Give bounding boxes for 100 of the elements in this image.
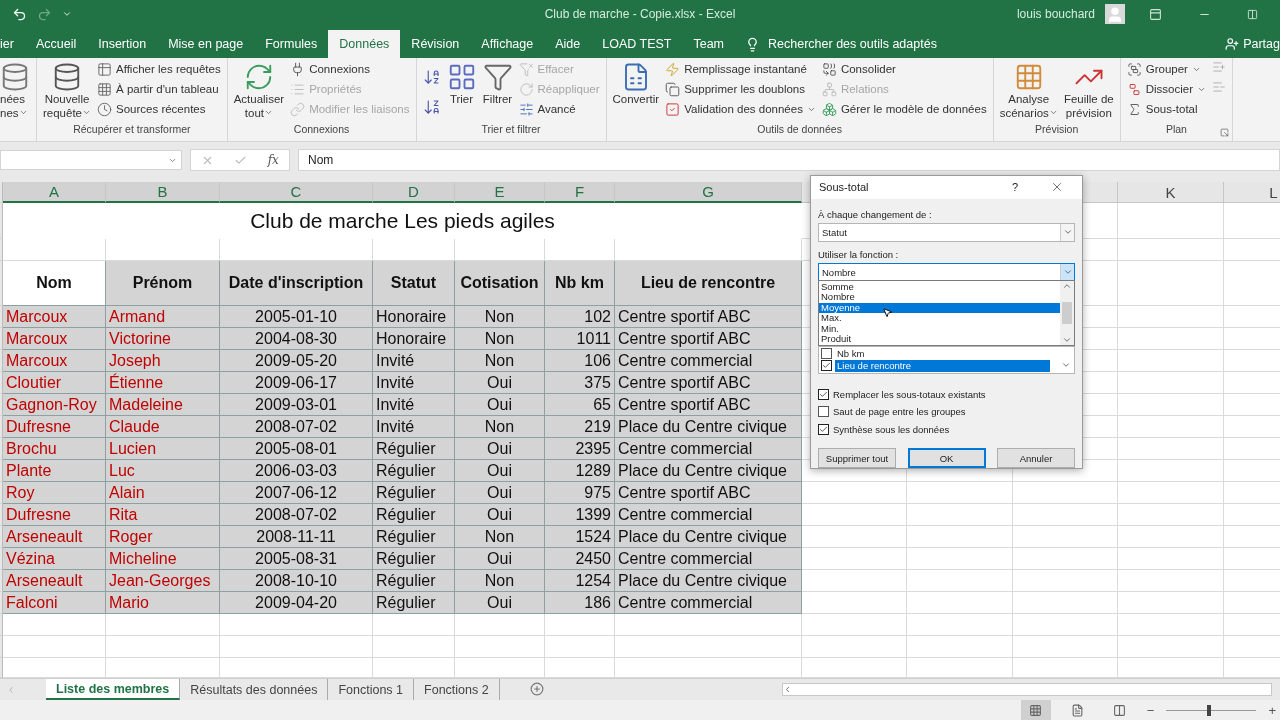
ribbon-button[interactable]: Validation des données bbox=[665, 100, 816, 118]
dropdown-option[interactable]: Somme bbox=[819, 281, 1060, 293]
ribbon-tab[interactable]: Formules bbox=[254, 30, 329, 58]
ribbon-button[interactable]: Filtrer bbox=[482, 60, 513, 123]
ribbon-button[interactable]: Remplissage instantané bbox=[665, 60, 816, 78]
ribbon-button[interactable]: Feuille de prévision bbox=[1063, 60, 1114, 123]
zoom-out-button[interactable]: − bbox=[1146, 702, 1155, 718]
database-icon bbox=[52, 62, 82, 92]
restore-icon[interactable] bbox=[1247, 8, 1258, 20]
table-cell: Place du Centre civique bbox=[615, 570, 802, 592]
dialog-button[interactable]: OK bbox=[907, 448, 986, 468]
ribbon-tab[interactable]: LOAD TEST bbox=[591, 30, 683, 58]
ribbon-tab[interactable]: Team bbox=[682, 30, 736, 58]
ribbon-tab[interactable]: Affichage bbox=[470, 30, 545, 58]
list-minus-icon[interactable] bbox=[1212, 80, 1227, 94]
table-cell: Armand bbox=[106, 306, 220, 328]
ribbon-tab[interactable]: Aide bbox=[544, 30, 592, 58]
sheet-tab[interactable]: Liste des membres bbox=[46, 679, 181, 700]
ribbon-button[interactable]: Analyse scénarios bbox=[999, 60, 1058, 123]
ribbon-button[interactable]: Supprimer les doublons bbox=[665, 80, 816, 98]
option-label: Saut de page entre les groupes bbox=[833, 406, 966, 418]
ribbon-button[interactable]: Grouper bbox=[1126, 60, 1207, 78]
dialog-button[interactable]: Supprimer tout bbox=[818, 448, 896, 468]
ribbon-tab[interactable]: ier bbox=[0, 30, 25, 58]
row-header[interactable] bbox=[0, 203, 3, 239]
column-header[interactable]: A bbox=[3, 182, 106, 203]
row-header[interactable] bbox=[0, 261, 3, 306]
table-cell: Régulier bbox=[373, 570, 455, 592]
ribbon-button[interactable]: nées nes bbox=[0, 60, 30, 123]
add-sheet-icon[interactable] bbox=[529, 682, 544, 696]
ribbon-button[interactable]: Actualiser tout bbox=[233, 60, 285, 123]
ribbon-button[interactable]: Avancé bbox=[518, 100, 600, 118]
scrollbar[interactable] bbox=[1060, 280, 1074, 345]
table-cell: Honoraire bbox=[373, 328, 455, 350]
dialog-button[interactable]: Annuler bbox=[997, 448, 1075, 468]
row-header[interactable] bbox=[0, 614, 3, 636]
ribbon-button[interactable]: Dissocier bbox=[1126, 80, 1207, 98]
ribbon-button[interactable]: Convertir bbox=[612, 60, 660, 123]
column-select[interactable]: Statut bbox=[818, 222, 1075, 242]
ribbon-button[interactable]: Nouvelle requête bbox=[43, 60, 91, 123]
ribbon-button[interactable]: Consolider bbox=[821, 60, 987, 78]
dropdown-option[interactable]: Nombre bbox=[819, 292, 1060, 303]
undo-icon[interactable] bbox=[12, 6, 27, 22]
chevron-icon bbox=[1062, 267, 1073, 277]
ribbon-tab[interactable]: Révision bbox=[400, 30, 471, 58]
column-header[interactable]: L bbox=[1224, 182, 1280, 203]
ribbon-tab[interactable]: Données bbox=[328, 30, 401, 58]
checkbox[interactable] bbox=[818, 423, 829, 435]
dropdown-option[interactable]: Max. bbox=[819, 313, 1060, 324]
list-item[interactable]: Lieu de rencontre bbox=[835, 359, 1050, 372]
name-box[interactable] bbox=[0, 150, 182, 170]
zoom-in-button[interactable]: + bbox=[1268, 702, 1276, 718]
sort-az-icon[interactable] bbox=[422, 68, 441, 86]
row-header[interactable] bbox=[0, 636, 3, 658]
horizontal-scrollbar[interactable] bbox=[782, 683, 1272, 696]
ribbon-button[interactable]: Gérer le modèle de données bbox=[821, 100, 987, 118]
column-header[interactable]: B bbox=[106, 182, 220, 203]
ribbon-button[interactable]: Afficher les requêtes bbox=[97, 60, 221, 78]
customize-icon[interactable] bbox=[62, 9, 72, 19]
ribbon-button[interactable]: Connexions bbox=[290, 60, 410, 78]
checkbox[interactable] bbox=[821, 360, 832, 371]
redo-icon[interactable] bbox=[37, 6, 52, 22]
help-button[interactable]: ? bbox=[1011, 181, 1018, 194]
normal-view-icon[interactable] bbox=[1020, 700, 1051, 720]
ribbon-button[interactable]: À partir d'un tableau bbox=[97, 80, 221, 98]
row-header[interactable] bbox=[0, 239, 3, 261]
ribbon-tab[interactable]: Mise en page bbox=[157, 30, 255, 58]
list-plus-icon[interactable] bbox=[1212, 60, 1227, 74]
sort-za-icon[interactable] bbox=[422, 98, 441, 116]
table-cell: Lucien bbox=[106, 438, 220, 460]
formula-field[interactable]: Nom bbox=[298, 149, 1280, 171]
row-header[interactable] bbox=[0, 658, 3, 678]
launcher-icon[interactable] bbox=[1220, 128, 1230, 137]
tell-me-field[interactable]: Rechercher des outils adaptés bbox=[735, 30, 947, 58]
function-button[interactable]: fx bbox=[267, 153, 279, 167]
checkbox[interactable] bbox=[818, 406, 829, 418]
ribbon-tab[interactable]: Accueil bbox=[24, 30, 88, 58]
dropdown-option[interactable]: Min. bbox=[819, 323, 1060, 335]
column-header[interactable]: F bbox=[545, 182, 615, 203]
column-header[interactable]: E bbox=[455, 182, 545, 203]
checkbox[interactable] bbox=[818, 388, 829, 400]
column-header[interactable]: C bbox=[220, 182, 373, 203]
ribbon-button[interactable]: Sous-total bbox=[1126, 100, 1207, 118]
avatar-icon[interactable] bbox=[1105, 4, 1125, 24]
list-item[interactable]: Nb km bbox=[835, 347, 1050, 360]
column-header[interactable]: D bbox=[373, 182, 455, 203]
ribbon-button[interactable]: Sources récentes bbox=[97, 100, 221, 118]
window-title: Club de marche - Copie.xlsx - Excel bbox=[544, 7, 736, 21]
column-header[interactable]: G bbox=[615, 182, 802, 203]
ribbon-display-icon[interactable] bbox=[1149, 7, 1162, 21]
share-button[interactable]: Partag bbox=[1215, 30, 1280, 58]
column-header[interactable]: K bbox=[1118, 182, 1224, 203]
checkbox[interactable] bbox=[821, 348, 832, 359]
dropdown-option[interactable]: Moyenne bbox=[819, 302, 1060, 314]
ribbon-button[interactable]: Trier bbox=[446, 60, 477, 123]
dropdown-option[interactable]: Produit bbox=[819, 334, 1060, 346]
column-list[interactable]: Nb km Lieu de rencontre bbox=[818, 345, 1075, 374]
table-cell: Invité bbox=[373, 350, 455, 372]
ribbon-tab[interactable]: Insertion bbox=[87, 30, 158, 58]
scroll-left-icon[interactable] bbox=[6, 685, 16, 695]
